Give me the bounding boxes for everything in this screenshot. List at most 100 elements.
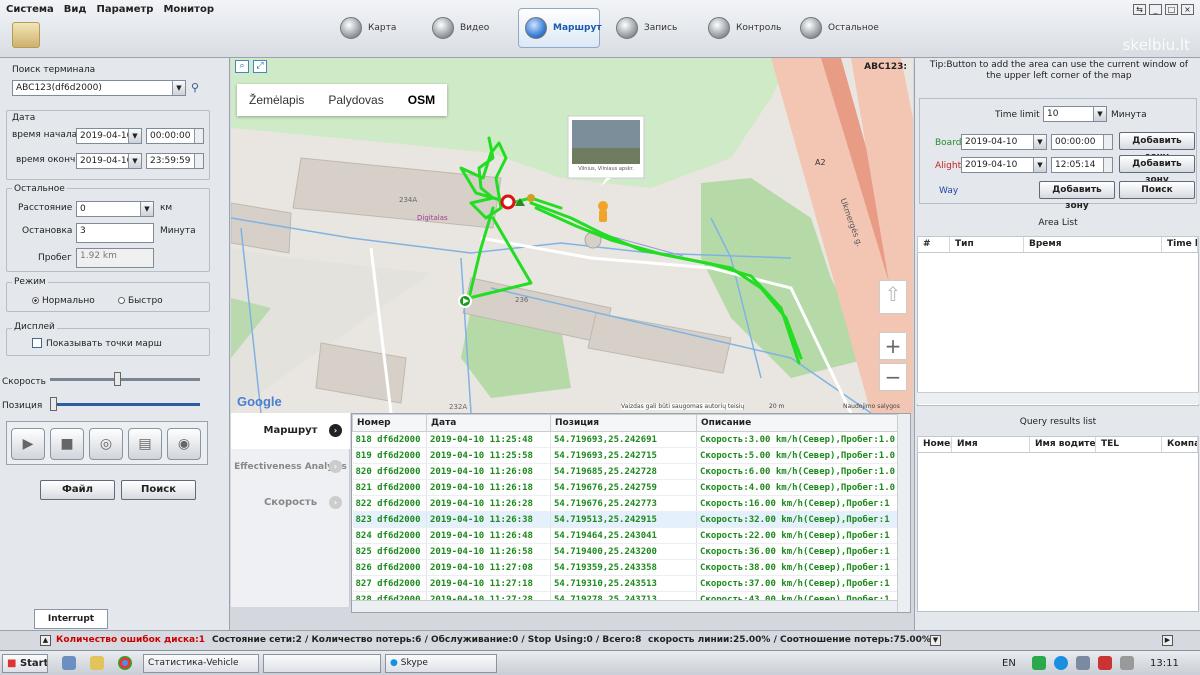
start-time-field[interactable]: 00:00:00 <box>146 128 204 144</box>
map-terms[interactable]: Naudojimo salygos <box>843 403 900 410</box>
map-view[interactable]: ⌕ ⤢ ABC123: Žemėlapis Palydovas OSM Viln… <box>231 58 913 413</box>
column-header[interactable]: Позиция <box>550 414 697 432</box>
search-zone-button[interactable]: Поиск <box>1119 181 1195 199</box>
export-icon[interactable]: ▤ <box>128 428 162 460</box>
column-header[interactable]: Описание <box>696 414 898 432</box>
table-hscrollbar[interactable] <box>352 600 897 612</box>
board-date-field[interactable]: 2019-04-10 ▼ <box>961 134 1047 150</box>
minimize-button[interactable]: _ <box>1149 4 1162 15</box>
table-row[interactable]: 819 df6d2000 2019-04-10 11:25:58 54.719693… <box>352 447 898 464</box>
chevron-down-icon[interactable]: ▼ <box>1033 135 1046 149</box>
tray-skype-icon[interactable] <box>1054 656 1068 670</box>
table-row[interactable]: 823 df6d2000 2019-04-10 11:26:38 54.719513… <box>352 511 898 528</box>
expand-up-icon[interactable]: ▲ <box>40 635 51 646</box>
show-points-checkbox[interactable]: Показывать точки маршрута <box>32 338 162 349</box>
play-small-icon[interactable]: ▶ <box>1162 635 1173 646</box>
expand-down-icon[interactable]: ▼ <box>930 635 941 646</box>
tab-other[interactable]: Остальное <box>794 8 879 48</box>
table-row[interactable]: 827 df6d2000 2019-04-10 11:27:18 54.719310… <box>352 575 898 592</box>
play-icon[interactable]: ▶ <box>11 428 45 460</box>
stop-icon[interactable]: ■ <box>50 428 84 460</box>
spinner[interactable] <box>194 154 203 168</box>
search-icon[interactable]: ⚲ <box>191 81 199 94</box>
spinner[interactable] <box>194 129 203 143</box>
file-button[interactable]: Файл <box>40 480 115 500</box>
locate-icon[interactable]: ◎ <box>89 428 123 460</box>
time-limit-select[interactable]: 10 ▼ <box>1043 106 1107 122</box>
board-time-field[interactable]: 00:00:00 <box>1051 134 1113 150</box>
add-zone-button-alight[interactable]: Добавить зону <box>1119 155 1195 185</box>
side-tab-effectiveness[interactable]: Effectiveness Analysis › <box>231 449 350 485</box>
taskbar-item-statistics[interactable]: Статистика-Vehicle <box>143 654 259 673</box>
alight-date-field[interactable]: 2019-04-10 ▼ <box>961 157 1047 173</box>
tab-control[interactable]: Контроль <box>702 8 784 48</box>
table-row[interactable]: 818 df6d2000 2019-04-10 11:25:48 54.719693… <box>352 431 898 448</box>
chevron-down-icon[interactable]: ▼ <box>128 154 141 168</box>
table-row[interactable]: 824 df6d2000 2019-04-10 11:26:48 54.719464… <box>352 527 898 544</box>
end-date-field[interactable]: 2019-04-10 ▼ <box>76 153 142 169</box>
table-row[interactable]: 825 df6d2000 2019-04-10 11:26:58 54.719400… <box>352 543 898 560</box>
zoom-in-button[interactable]: + <box>879 332 907 360</box>
street-view-pegman-icon[interactable]: ⇧ <box>879 280 907 314</box>
tray-device-icon[interactable] <box>1076 656 1090 670</box>
folder-icon[interactable] <box>90 656 104 670</box>
chrome-icon[interactable] <box>118 656 132 670</box>
table-row[interactable]: 821 df6d2000 2019-04-10 11:26:18 54.719676… <box>352 479 898 496</box>
close-button[interactable]: × <box>1181 4 1194 15</box>
distance-select[interactable]: 0 ▼ <box>76 201 154 217</box>
add-zone-button-way[interactable]: Добавить зону <box>1039 181 1115 211</box>
menu-system[interactable]: Система <box>6 4 54 15</box>
tab-video[interactable]: Видео <box>426 8 508 48</box>
side-tab-route[interactable]: Маршрут › <box>231 413 350 449</box>
side-tab-speed[interactable]: Скорость › <box>231 485 350 521</box>
ie-icon[interactable] <box>62 656 76 670</box>
tray-network-icon[interactable] <box>1032 656 1046 670</box>
table-row[interactable]: 820 df6d2000 2019-04-10 11:26:08 54.719685… <box>352 463 898 480</box>
chevron-down-icon[interactable]: ▼ <box>128 129 141 143</box>
tab-record[interactable]: Запись <box>610 8 692 48</box>
mode-normal-radio[interactable]: Нормально <box>32 296 95 306</box>
search-button[interactable]: Поиск <box>121 480 196 500</box>
table-row[interactable]: 826 df6d2000 2019-04-10 11:27:08 54.719359… <box>352 559 898 576</box>
tab-interrupt-time[interactable]: Interrupt Time <box>34 609 108 642</box>
position-slider-thumb[interactable] <box>50 397 57 411</box>
maximize-button[interactable]: □ <box>1165 4 1178 15</box>
taskbar-item-skype[interactable]: ● Skype <box>385 654 497 673</box>
add-zone-button-board[interactable]: Добавить зону <box>1119 132 1195 162</box>
chevron-down-icon[interactable]: ▼ <box>140 202 153 216</box>
start-button[interactable]: ■ Start <box>2 654 48 673</box>
zoom-area-icon[interactable]: ⌕ <box>235 60 249 73</box>
taskbar-item-app[interactable] <box>263 654 381 673</box>
menu-view[interactable]: Вид <box>64 4 87 15</box>
speed-slider-thumb[interactable] <box>114 372 121 386</box>
map-tab-zemelapis[interactable]: Žemėlapis <box>237 84 316 116</box>
table-row[interactable]: 822 df6d2000 2019-04-10 11:26:28 54.719676… <box>352 495 898 512</box>
table-scrollbar[interactable] <box>897 414 910 612</box>
map-tab-osm[interactable]: OSM <box>396 84 447 116</box>
chevron-down-icon[interactable]: ▼ <box>172 81 185 95</box>
menu-params[interactable]: Параметр <box>97 4 154 15</box>
spinner[interactable] <box>1103 158 1112 172</box>
restore-icon[interactable]: ⇆ <box>1133 4 1146 15</box>
spinner[interactable] <box>1103 135 1112 149</box>
chevron-down-icon[interactable]: ▼ <box>1093 107 1106 121</box>
chevron-down-icon[interactable]: ▼ <box>1033 158 1046 172</box>
tray-alert-icon[interactable] <box>1098 656 1112 670</box>
area-list-hscrollbar[interactable] <box>917 392 1199 404</box>
tab-map[interactable]: Карта <box>334 8 416 48</box>
fullscreen-icon[interactable]: ⤢ <box>253 60 267 73</box>
tray-volume-icon[interactable] <box>1120 656 1134 670</box>
column-header[interactable]: Номер <box>352 414 427 432</box>
end-time-field[interactable]: 23:59:59 <box>146 153 204 169</box>
menu-monitor[interactable]: Монитор <box>163 4 214 15</box>
map-tab-palydovas[interactable]: Palydovas <box>316 84 395 116</box>
start-date-field[interactable]: 2019-04-10 ▼ <box>76 128 142 144</box>
clear-icon[interactable]: ◉ <box>167 428 201 460</box>
mode-fast-radio[interactable]: Быстро <box>118 296 163 306</box>
zoom-out-button[interactable]: − <box>879 363 907 391</box>
tab-route[interactable]: Маршрут <box>518 8 602 48</box>
terminal-select[interactable]: ABC123(df6d2000) ▼ <box>12 80 186 96</box>
language-indicator[interactable]: EN <box>1002 658 1016 669</box>
stop-field[interactable]: 3 <box>76 223 154 243</box>
position-slider-track[interactable] <box>50 403 200 406</box>
